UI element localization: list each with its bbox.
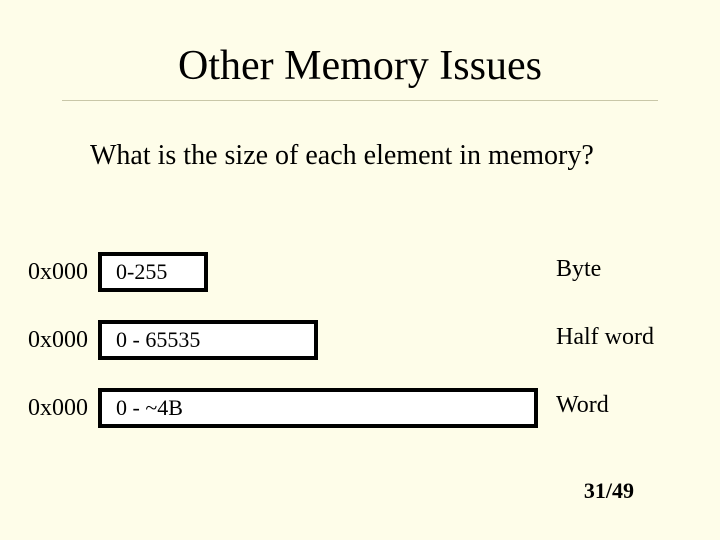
type-label-halfword: Half word: [556, 324, 654, 351]
slide: Other Memory Issues What is the size of …: [0, 0, 720, 540]
range-value: 0-255: [98, 252, 208, 292]
page-number: 31/49: [584, 478, 634, 504]
range-box: 0 - 65535: [98, 320, 318, 360]
type-label-byte: Byte: [556, 256, 601, 283]
range-box: 0 - ~4B: [98, 388, 538, 428]
memory-row-byte: 0x000 0-255: [28, 248, 208, 296]
memory-row-word: 0x000 0 - ~4B: [28, 384, 538, 432]
range-value: 0 - 65535: [98, 320, 318, 360]
question-text: What is the size of each element in memo…: [90, 140, 594, 172]
range-value: 0 - ~4B: [98, 388, 538, 428]
slide-title: Other Memory Issues: [0, 42, 720, 90]
range-box: 0-255: [98, 252, 208, 292]
type-label-word: Word: [556, 392, 609, 419]
title-divider: [62, 100, 658, 101]
memory-row-halfword: 0x000 0 - 65535: [28, 316, 318, 364]
